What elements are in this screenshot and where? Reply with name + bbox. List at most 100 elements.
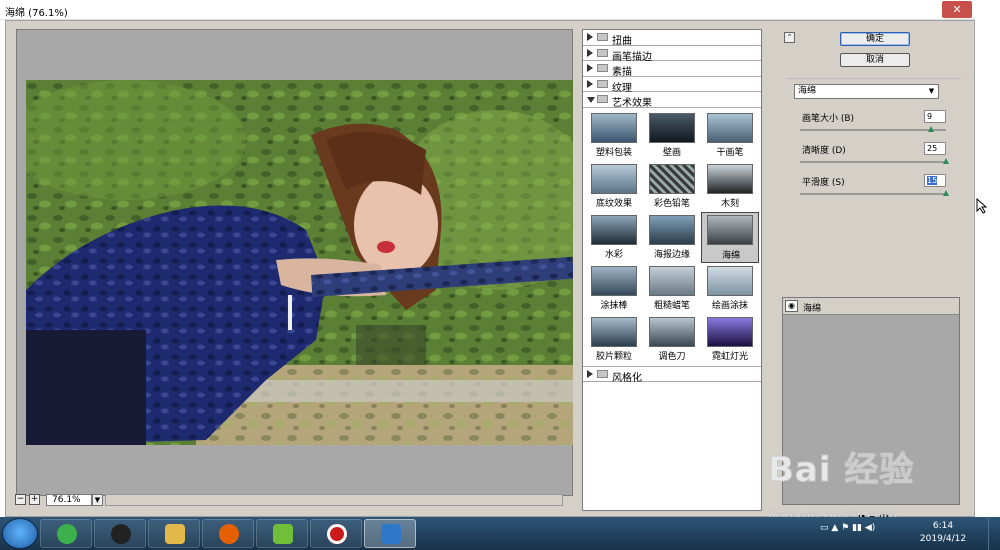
- expand-arrow-icon[interactable]: [587, 33, 593, 41]
- smoothness-value: 15: [927, 176, 938, 185]
- filter-thumb-smudge-stick[interactable]: 涂抹棒: [585, 263, 643, 314]
- definition-input[interactable]: 25: [924, 142, 946, 155]
- filter-thumb-dry-brush[interactable]: 干画笔: [701, 110, 759, 161]
- filter-preview-image: [649, 214, 695, 245]
- expand-arrow-icon[interactable]: [587, 369, 593, 378]
- filter-thumb-cutout[interactable]: 木刻: [701, 161, 759, 212]
- preview-image: [26, 80, 573, 445]
- cancel-button[interactable]: 取消: [840, 53, 910, 67]
- effect-layer-name: 海绵: [803, 304, 822, 314]
- filter-thumb-fresco[interactable]: 壁画: [643, 110, 701, 161]
- close-button[interactable]: ✕: [942, 1, 972, 18]
- category-brush-strokes[interactable]: 画笔描边: [583, 45, 761, 63]
- clock[interactable]: 6:14 2019/4/12: [918, 520, 968, 546]
- filter-gallery: 扭曲 画笔描边 素描 纹理 艺术效果 塑料包装 壁画 干画笔 底纹效果 彩色铅笔…: [582, 29, 762, 511]
- filter-select-value: 海绵: [798, 86, 817, 96]
- slider-handle[interactable]: [943, 158, 949, 164]
- window-title: 海绵 (76.1%): [5, 8, 68, 19]
- taskbar-app[interactable]: [148, 519, 200, 548]
- zoom-out-button[interactable]: −: [15, 494, 26, 505]
- brush-size-slider[interactable]: [800, 126, 946, 132]
- 360-icon: [57, 524, 77, 544]
- taskbar-app[interactable]: [256, 519, 308, 548]
- horizontal-scrollbar[interactable]: [105, 494, 563, 506]
- artistic-thumbnails: 塑料包装 壁画 干画笔 底纹效果 彩色铅笔 木刻 水彩 海报边缘 海绵 涂抹棒 …: [583, 108, 761, 367]
- category-distort[interactable]: 扭曲: [583, 30, 761, 47]
- filter-preview-image: [707, 163, 753, 194]
- definition-label: 清晰度 (D): [802, 146, 846, 156]
- filter-thumb-label: 水彩: [604, 249, 623, 260]
- photoshop-feather-icon: [381, 524, 401, 544]
- zoom-in-button[interactable]: +: [29, 494, 40, 505]
- mouse-cursor-icon: [976, 198, 988, 214]
- taskbar-app[interactable]: [94, 519, 146, 548]
- taskbar-app[interactable]: [202, 519, 254, 548]
- taskbar-app-active[interactable]: [364, 519, 416, 548]
- filter-preview-image: [707, 265, 753, 296]
- file-explorer-icon: [165, 524, 185, 544]
- folder-icon: [597, 48, 608, 57]
- chevron-down-icon[interactable]: ▼: [926, 86, 937, 97]
- filter-thumb-label: 底纹效果: [595, 198, 632, 209]
- clock-time: 6:14: [932, 521, 954, 531]
- smoothness-input[interactable]: 15: [924, 174, 946, 187]
- filter-thumb-plastic-wrap[interactable]: 塑料包装: [585, 110, 643, 161]
- filter-preview-image: [649, 316, 695, 347]
- filter-thumb-sponge[interactable]: 海绵: [701, 211, 759, 263]
- category-sketch[interactable]: 素描: [583, 61, 761, 78]
- filter-thumb-underpainting[interactable]: 底纹效果: [585, 161, 643, 212]
- filter-thumb-label: 干画笔: [716, 147, 744, 158]
- preview-pane[interactable]: [16, 29, 573, 496]
- filter-thumb-poster-edges[interactable]: 海报边缘: [643, 212, 701, 263]
- start-button[interactable]: [2, 518, 38, 549]
- filter-thumb-film-grain[interactable]: 胶片颗粒: [585, 314, 643, 365]
- zoom-bar: − + 76.1% ▼: [15, 494, 563, 508]
- expand-arrow-icon[interactable]: [587, 64, 593, 72]
- taskbar-app[interactable]: [310, 519, 362, 548]
- definition-slider[interactable]: [800, 158, 949, 164]
- filter-gallery-window: 海绵 (76.1%) ✕ − + 76.1% ▼ 扭曲 画笔描边 素描 纹理 艺…: [0, 0, 1000, 525]
- zoom-dropdown-button[interactable]: ▼: [92, 494, 103, 506]
- ok-button[interactable]: 确定: [840, 32, 910, 46]
- system-tray[interactable]: ▭ ▲ ⚑ ▮▮ ◀): [820, 523, 910, 543]
- filter-thumb-watercolor[interactable]: 水彩: [585, 212, 643, 263]
- expand-arrow-icon[interactable]: [587, 79, 593, 88]
- firefox-icon: [219, 524, 239, 544]
- brush-size-input[interactable]: 9: [924, 110, 946, 123]
- brush-size-label: 画笔大小 (B): [802, 114, 855, 124]
- filter-thumb-label: 胶片颗粒: [595, 351, 632, 362]
- watermark-logo: Bai 经验: [767, 450, 915, 491]
- expand-arrow-icon[interactable]: [587, 48, 593, 57]
- filter-thumb-label: 海绵: [721, 250, 740, 261]
- category-texture[interactable]: 纹理: [583, 76, 761, 94]
- filter-thumb-colored-pencil[interactable]: 彩色铅笔: [643, 161, 701, 212]
- filter-preview-image: [707, 316, 753, 347]
- folder-icon: [597, 79, 608, 88]
- category-artistic[interactable]: 艺术效果: [583, 92, 761, 109]
- filter-thumb-label: 壁画: [662, 147, 681, 158]
- smoothness-slider[interactable]: [800, 190, 949, 196]
- title-bar: 海绵 (76.1%) ✕: [0, 0, 975, 20]
- filter-thumb-paint-daubs[interactable]: 绘画涂抹: [701, 263, 759, 314]
- effect-layer-row[interactable]: ◉ 海绵: [783, 298, 959, 315]
- filter-preview-image: [591, 163, 637, 194]
- filter-thumb-rough-pastels[interactable]: 粗糙蜡笔: [643, 263, 701, 314]
- eye-icon[interactable]: ◉: [785, 300, 798, 312]
- filter-preview-image: [591, 265, 637, 296]
- smoothness-label: 平滑度 (S): [802, 178, 845, 188]
- chevron-up-icon[interactable]: ⌃: [784, 32, 795, 43]
- zoom-level[interactable]: 76.1%: [46, 494, 92, 506]
- taskbar: ▭ ▲ ⚑ ▮▮ ◀) 6:14 2019/4/12: [0, 517, 1000, 550]
- filter-thumb-neon-glow[interactable]: 霓虹灯光: [701, 314, 759, 365]
- collapse-arrow-icon[interactable]: [587, 97, 595, 103]
- category-stylize[interactable]: 风格化: [583, 366, 761, 384]
- show-desktop-button[interactable]: [988, 517, 1000, 550]
- filter-thumb-label: 海报边缘: [653, 249, 690, 260]
- taskbar-app[interactable]: [40, 519, 92, 548]
- filter-thumb-label: 调色刀: [658, 351, 686, 362]
- filter-select[interactable]: 海绵 ▼: [794, 84, 939, 99]
- filter-thumb-palette-knife[interactable]: 调色刀: [643, 314, 701, 365]
- slider-handle[interactable]: [943, 190, 949, 196]
- filter-thumb-label: 塑料包装: [595, 147, 632, 158]
- slider-handle[interactable]: [928, 126, 935, 132]
